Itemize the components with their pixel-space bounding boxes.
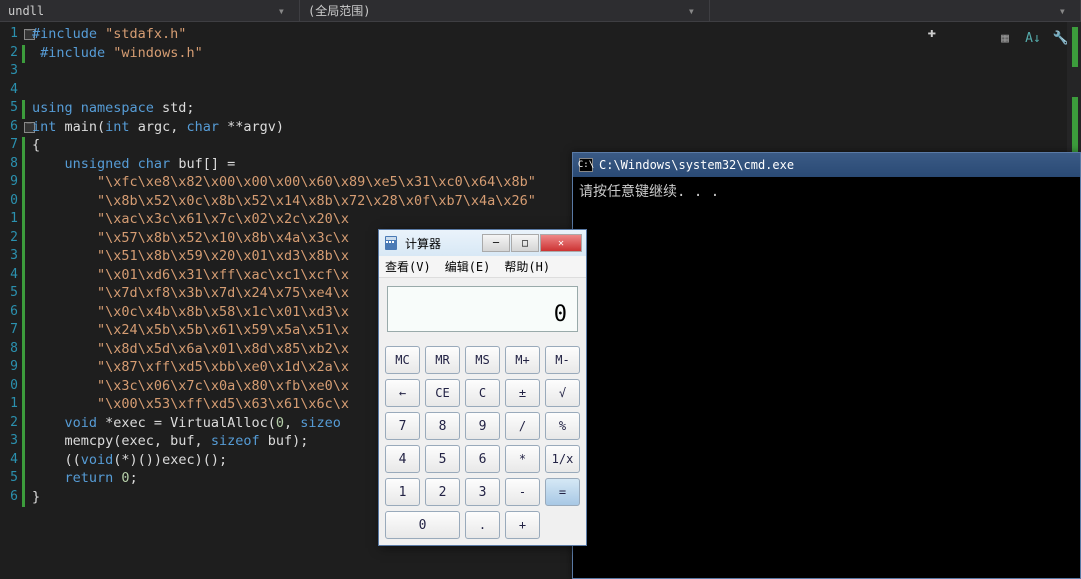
reciprocal-button[interactable]: 1/x [545, 445, 580, 473]
calculator-window[interactable]: 计算器 ─ □ ✕ 查看(V) 编辑(E) 帮助(H) 0 MC MR MS M… [378, 229, 587, 546]
line-numbers: 12345678901234567890123456 [0, 22, 22, 579]
c-button[interactable]: C [465, 379, 500, 407]
1-button[interactable]: 1 [385, 478, 420, 506]
minimize-button[interactable]: ─ [482, 234, 510, 252]
menu-edit[interactable]: 编辑(E) [445, 258, 491, 275]
scope-dropdown[interactable]: (全局范围)▾ [300, 0, 710, 21]
divide-button[interactable]: / [505, 412, 540, 440]
calc-title: 计算器 [405, 235, 441, 252]
3-button[interactable]: 3 [465, 478, 500, 506]
cmd-output: 请按任意键继续. . . [573, 177, 1080, 205]
calculator-icon [383, 235, 399, 251]
7-button[interactable]: 7 [385, 412, 420, 440]
9-button[interactable]: 9 [465, 412, 500, 440]
decimal-button[interactable]: . [465, 511, 500, 539]
sqrt-button[interactable]: √ [545, 379, 580, 407]
calc-display: 0 [387, 286, 578, 332]
top-toolbar: undll▾ (全局范围)▾ ▾ [0, 0, 1081, 22]
mplus-button[interactable]: M+ [505, 346, 540, 374]
chevron-down-icon: ▾ [682, 4, 701, 18]
mminus-button[interactable]: M- [545, 346, 580, 374]
percent-button[interactable]: % [545, 412, 580, 440]
plusminus-button[interactable]: ± [505, 379, 540, 407]
0-button[interactable]: 0 [385, 511, 460, 539]
cmd-window[interactable]: C:\ C:\Windows\system32\cmd.exe 请按任意键继续.… [572, 152, 1081, 579]
cmd-title: C:\Windows\system32\cmd.exe [599, 158, 794, 172]
calc-titlebar[interactable]: 计算器 ─ □ ✕ [379, 230, 586, 256]
mr-button[interactable]: MR [425, 346, 460, 374]
4-button[interactable]: 4 [385, 445, 420, 473]
multiply-button[interactable]: * [505, 445, 540, 473]
calc-menubar: 查看(V) 编辑(E) 帮助(H) [379, 256, 586, 278]
close-button[interactable]: ✕ [540, 234, 582, 252]
plus-button[interactable]: + [505, 511, 540, 539]
backspace-button[interactable]: ← [385, 379, 420, 407]
mc-button[interactable]: MC [385, 346, 420, 374]
chevron-down-icon: ▾ [1053, 4, 1072, 18]
6-button[interactable]: 6 [465, 445, 500, 473]
ms-button[interactable]: MS [465, 346, 500, 374]
minus-button[interactable]: - [505, 478, 540, 506]
maximize-button[interactable]: □ [511, 234, 539, 252]
chevron-down-icon: ▾ [272, 4, 291, 18]
file-dropdown[interactable]: undll▾ [0, 0, 300, 21]
calc-keypad: MC MR MS M+ M- ← CE C ± √ 7 8 9 / % 4 5 … [379, 340, 586, 545]
menu-view[interactable]: 查看(V) [385, 258, 431, 275]
8-button[interactable]: 8 [425, 412, 460, 440]
cmd-titlebar[interactable]: C:\ C:\Windows\system32\cmd.exe [573, 153, 1080, 177]
fold-markers [22, 22, 32, 579]
2-button[interactable]: 2 [425, 478, 460, 506]
member-dropdown[interactable]: ▾ [710, 0, 1081, 21]
menu-help[interactable]: 帮助(H) [504, 258, 550, 275]
ce-button[interactable]: CE [425, 379, 460, 407]
5-button[interactable]: 5 [425, 445, 460, 473]
equals-button[interactable]: = [545, 478, 580, 506]
cmd-icon: C:\ [579, 158, 593, 172]
